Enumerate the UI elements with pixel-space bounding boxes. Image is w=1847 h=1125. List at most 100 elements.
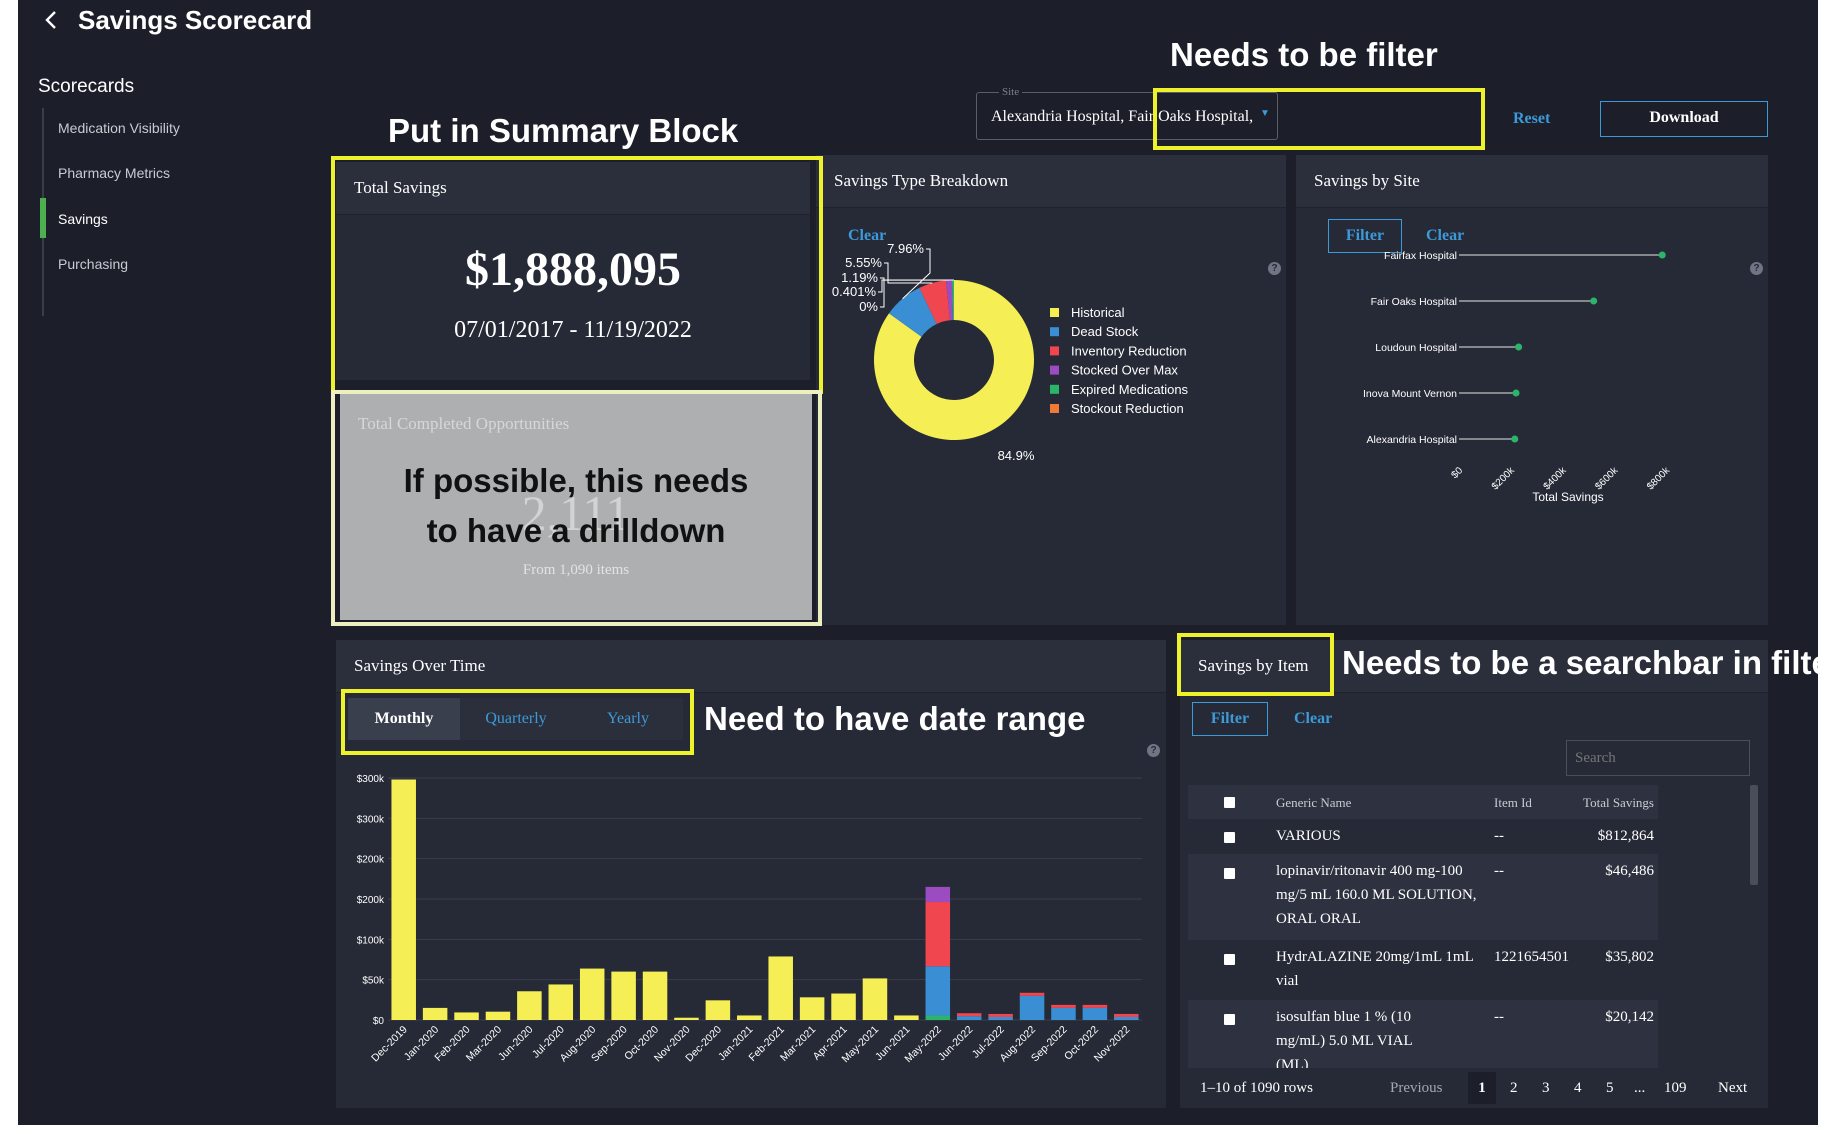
cell-generic-name: isosulfan blue 1 % (10 mg/mL) 5.0 ML VIA…: [1276, 1009, 1413, 1070]
donut-data-label: 0%: [859, 299, 878, 314]
row-checkbox[interactable]: [1224, 832, 1235, 843]
bar-segment: [988, 1016, 1013, 1020]
total-savings-value: $1,888,095: [465, 243, 681, 296]
table-header-row: Generic Name Item Id Total Savings: [1188, 785, 1658, 819]
bar-segment: [737, 1015, 762, 1020]
donut-data-label: 1.19%: [841, 270, 878, 285]
sidebar-item-savings[interactable]: Savings: [58, 211, 108, 227]
site-select-label: Site: [999, 86, 1023, 98]
legend-swatch: [1050, 327, 1059, 337]
back-chevron-icon[interactable]: [40, 6, 64, 34]
bar-segment: [642, 971, 668, 1020]
pagination-bar: 1–10 of 1090 rows Previous 1 2 3 4 5 ...…: [1180, 1068, 1768, 1108]
completed-opportunities-subtitle: From 1,090 items: [522, 562, 630, 578]
table-row[interactable]: VARIOUS -- $812,864: [1188, 820, 1658, 854]
cell-generic-name: VARIOUS: [1276, 828, 1341, 844]
y-tick-label: $300k: [357, 774, 385, 785]
table-scrollbar[interactable]: [1750, 785, 1758, 885]
x-tick-label: $800k: [1645, 465, 1673, 493]
bar-segment: [391, 779, 416, 1020]
bar-segment: [956, 1013, 982, 1017]
sidebar-item-purchasing[interactable]: Purchasing: [58, 256, 128, 272]
column-item-id[interactable]: Item Id: [1494, 795, 1532, 811]
x-tick-label: Jun-2022: [936, 1024, 976, 1064]
pagination-previous[interactable]: Previous: [1390, 1080, 1443, 1097]
cell-generic-name: lopinavir/ritonavir 400 mg-100 mg/5 mL 1…: [1276, 863, 1477, 927]
download-button[interactable]: Download: [1600, 101, 1768, 137]
savings-type-breakdown-panel: Savings Type Breakdown Clear ? 84.9% 7.96…: [816, 155, 1286, 625]
column-total-savings[interactable]: Total Savings: [1582, 795, 1654, 811]
column-generic-name[interactable]: Generic Name: [1276, 795, 1351, 811]
table-row[interactable]: lopinavir/ritonavir 400 mg-100 mg/5 mL 1…: [1188, 854, 1658, 940]
y-tick-label: $50k: [362, 976, 385, 987]
pagination-next[interactable]: Next: [1718, 1080, 1747, 1097]
site-label: Inova Mount Vernon: [1363, 388, 1457, 400]
savings-by-item-title: Savings by Item: [1198, 656, 1309, 675]
legend-swatch: [1050, 404, 1059, 413]
cell-item-id: --: [1494, 863, 1504, 879]
bar-segment: [831, 993, 856, 1020]
select-all-checkbox[interactable]: [1224, 797, 1235, 808]
y-tick-label: $300k: [357, 814, 385, 825]
bar-segment: [611, 971, 636, 1020]
bar-segment: [1114, 1016, 1139, 1020]
annotation-searchbar: Needs to be a searchbar in filter: [1342, 644, 1818, 681]
x-tick-label: $0: [1449, 465, 1465, 481]
bar-segment: [894, 1015, 919, 1020]
drilldown-annotation-line-2: to have a drilldown: [426, 512, 726, 549]
cell-item-id: --: [1494, 1009, 1504, 1025]
page-button[interactable]: 3: [1542, 1080, 1550, 1097]
cell-item-id: --: [1494, 828, 1504, 844]
bar-segment: [988, 1013, 1013, 1017]
legend-label: Dead Stock: [1071, 324, 1139, 339]
y-tick-label: $100k: [357, 935, 385, 946]
page-button[interactable]: 2: [1510, 1080, 1518, 1097]
reset-button[interactable]: Reset: [1513, 110, 1550, 128]
y-tick-label: $200k: [357, 855, 385, 866]
site-label: Loudoun Hospital: [1375, 342, 1457, 354]
page-button[interactable]: 1: [1468, 1072, 1496, 1104]
sidebar-item-medication-visibility[interactable]: Medication Visibility: [58, 120, 180, 136]
savings-by-site-panel: Savings by Site Filter Clear ? Fairfax H…: [1296, 155, 1768, 625]
dropdown-arrow-icon: ▼: [1260, 108, 1270, 119]
y-tick-label: $200k: [357, 895, 385, 906]
app-window: Savings Scorecard Scorecards Medication …: [18, 0, 1818, 1125]
cell-generic-name: HydrALAZINE 20mg/1mL 1mL vial: [1276, 949, 1474, 989]
bar-segment: [1019, 992, 1045, 996]
donut-data-label: 84.9%: [998, 448, 1035, 463]
legend-label: Historical: [1071, 305, 1125, 320]
row-checkbox[interactable]: [1224, 954, 1235, 965]
site-select[interactable]: Site Alexandria Hospital, Fair Oaks Hosp…: [976, 86, 1278, 140]
bar-segment: [422, 1007, 448, 1020]
bar-segment: [925, 1015, 951, 1020]
bar-segment: [517, 991, 542, 1020]
page-title: Savings Scorecard: [78, 5, 313, 35]
bar-segment: [1051, 1007, 1076, 1020]
bar-segment: [674, 1017, 699, 1020]
savings-by-item-panel: Savings by Item Filter Clear Generic Nam…: [1180, 640, 1768, 1108]
cell-total-savings: $812,864: [1597, 828, 1654, 844]
table-row[interactable]: isosulfan blue 1 % (10 mg/mL) 5.0 ML VIA…: [1188, 1000, 1658, 1070]
cell-total-savings: $20,142: [1605, 1009, 1654, 1025]
completed-opportunities-title: Total Completed Opportunities: [358, 414, 570, 433]
page-button[interactable]: 4: [1574, 1080, 1582, 1097]
page-button[interactable]: 109: [1664, 1080, 1687, 1097]
site-point: [1515, 343, 1523, 351]
item-filter-button[interactable]: Filter: [1192, 702, 1268, 736]
site-label: Fair Oaks Hospital: [1371, 296, 1457, 308]
sidebar-item-pharmacy-metrics[interactable]: Pharmacy Metrics: [58, 165, 170, 181]
item-search-input[interactable]: [1566, 740, 1750, 776]
item-clear-button[interactable]: Clear: [1294, 710, 1332, 728]
annotation-summary: Put in Summary Block: [388, 112, 739, 149]
row-checkbox[interactable]: [1224, 868, 1235, 879]
completed-opportunities-panel[interactable]: Total Completed Opportunities 2,111 From…: [340, 394, 812, 620]
page-button[interactable]: 5: [1606, 1080, 1614, 1097]
drilldown-annotation-line-1: If possible, this needs: [403, 462, 749, 499]
savings-type-donut-chart: 84.9% 7.96% 5.55%1.19%0.401%0% Historical De…: [832, 241, 1189, 463]
legend-label: Expired Medications: [1071, 382, 1189, 397]
row-checkbox[interactable]: [1224, 1014, 1235, 1025]
y-tick-label: $0: [373, 1016, 385, 1027]
table-row[interactable]: HydrALAZINE 20mg/1mL 1mL vial 1221654501…: [1188, 940, 1658, 1000]
total-savings-panel: Total Savings $1,888,095 07/01/2017 - 11…: [336, 162, 810, 380]
bar-segment: [485, 1011, 511, 1020]
